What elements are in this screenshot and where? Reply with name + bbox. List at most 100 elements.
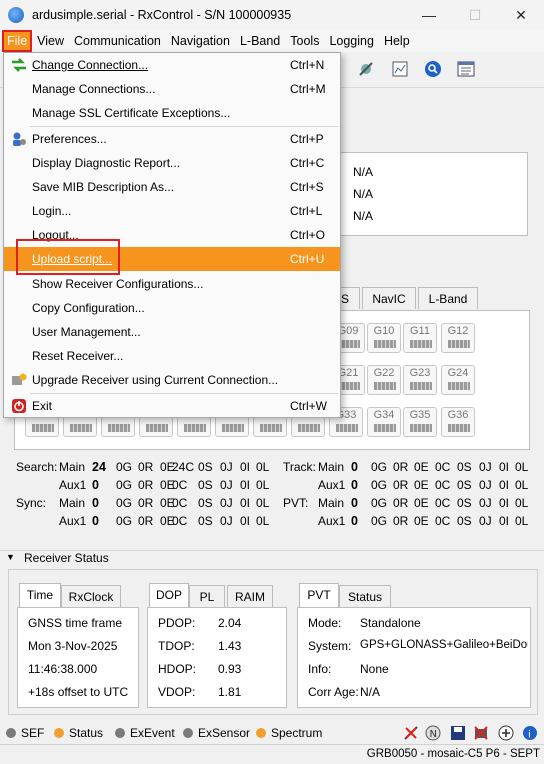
count-sync-aux1-8: 0L bbox=[256, 514, 270, 528]
menu-help[interactable]: Help bbox=[380, 31, 414, 51]
n-mode-icon[interactable]: N bbox=[425, 725, 441, 741]
collapse-arrow-icon[interactable]: ▼ bbox=[6, 552, 15, 562]
menu-preferences[interactable]: Preferences... Ctrl+P bbox=[4, 127, 340, 151]
count-sync-main-8: 0L bbox=[256, 496, 270, 510]
close-button[interactable]: ✕ bbox=[498, 0, 544, 30]
count-track-aux1-7: 0I bbox=[499, 478, 510, 492]
count-track-main-5: 0S bbox=[457, 460, 472, 474]
count-search-main-7: 0I bbox=[240, 460, 251, 474]
menu-change-connection[interactable]: Change Connection... Ctrl+N bbox=[4, 53, 340, 77]
menu-communication[interactable]: Communication bbox=[70, 31, 165, 51]
count-pvt-aux1-4: 0C bbox=[435, 514, 451, 528]
count-search-main-0: 24 bbox=[92, 460, 106, 474]
mode-label: Mode: bbox=[308, 616, 342, 630]
tab-time[interactable]: Time bbox=[19, 583, 61, 607]
receiver-status-panel: Time RxClock GNSS time frame Mon 3-Nov-2… bbox=[8, 569, 538, 715]
sat-g36[interactable]: G36 bbox=[441, 407, 475, 437]
sat-g34[interactable]: G34 bbox=[367, 407, 401, 437]
list-window-icon[interactable] bbox=[457, 60, 475, 78]
menu-reset-receiver[interactable]: Reset Receiver... bbox=[4, 344, 340, 368]
dop-content: PDOP: TDOP: HDOP: VDOP: 2.04 1.43 0.93 1… bbox=[147, 607, 287, 708]
count-pvt-aux1-3: 0E bbox=[414, 514, 429, 528]
count-search-aux1-8: 0L bbox=[256, 478, 270, 492]
menu-tools[interactable]: Tools bbox=[286, 31, 323, 51]
sat-g22[interactable]: G22 bbox=[367, 365, 401, 395]
sync-main-label: Main bbox=[59, 496, 86, 510]
count-search-main-1: 0G bbox=[116, 460, 133, 474]
tab-raim[interactable]: RAIM bbox=[227, 585, 273, 607]
corr-age-value: N/A bbox=[360, 685, 381, 699]
count-sync-aux1-7: 0I bbox=[240, 514, 251, 528]
count-pvt-aux1-8: 0L bbox=[515, 514, 529, 528]
save-icon[interactable] bbox=[450, 725, 466, 741]
tab-pl[interactable]: PL bbox=[189, 585, 225, 607]
sat-g10[interactable]: G10 bbox=[367, 323, 401, 353]
count-pvt-aux1-0: 0 bbox=[351, 514, 358, 528]
indicator-status: Status bbox=[54, 726, 103, 740]
tab-dop[interactable]: DOP bbox=[149, 583, 189, 607]
upgrade-icon bbox=[12, 373, 27, 385]
count-search-aux1-2: 0R bbox=[138, 478, 154, 492]
satellite-icon[interactable] bbox=[357, 60, 375, 78]
sat-g23[interactable]: G23 bbox=[403, 365, 437, 395]
sat-g35[interactable]: G35 bbox=[403, 407, 437, 437]
menu-logging[interactable]: Logging bbox=[325, 31, 378, 51]
menu-user-management[interactable]: User Management... bbox=[4, 320, 340, 344]
chart-icon[interactable] bbox=[391, 60, 409, 78]
menu-manage-ssl[interactable]: Manage SSL Certificate Exceptions... bbox=[4, 101, 340, 125]
count-track-aux1-2: 0R bbox=[393, 478, 409, 492]
system-label: System: bbox=[308, 639, 352, 653]
track-main-label: Main bbox=[318, 460, 345, 474]
log-stop-icon[interactable] bbox=[473, 725, 489, 741]
add-icon[interactable] bbox=[498, 725, 514, 741]
tab-lband[interactable]: L-Band bbox=[418, 287, 478, 309]
tab-pvt[interactable]: PVT bbox=[299, 583, 339, 607]
menu-exit[interactable]: Exit Ctrl+W bbox=[4, 394, 340, 418]
menu-upgrade-receiver[interactable]: Upgrade Receiver using Current Connectio… bbox=[4, 368, 340, 392]
tab-status[interactable]: Status bbox=[339, 585, 391, 607]
menu-show-receiver-configs[interactable]: Show Receiver Configurations... bbox=[4, 272, 340, 296]
file-menu-dropdown: Change Connection... Ctrl+N Manage Connec… bbox=[3, 52, 341, 418]
menu-manage-connections[interactable]: Manage Connections... Ctrl+M bbox=[4, 77, 340, 101]
count-search-aux1-7: 0I bbox=[240, 478, 251, 492]
menu-login[interactable]: Login... Ctrl+L bbox=[4, 199, 340, 223]
menu-file[interactable]: File bbox=[1, 30, 33, 52]
count-sync-aux1-6: 0J bbox=[220, 514, 233, 528]
count-track-main-3: 0E bbox=[414, 460, 429, 474]
info-icon[interactable]: i bbox=[522, 725, 538, 741]
count-track-main-1: 0G bbox=[371, 460, 388, 474]
disconnect-icon[interactable] bbox=[403, 725, 419, 741]
menu-lband[interactable]: L-Band bbox=[236, 31, 284, 51]
count-track-aux1-3: 0E bbox=[414, 478, 429, 492]
connection-icon bbox=[12, 58, 26, 72]
indicator-spectrum: Spectrum bbox=[256, 726, 322, 740]
count-pvt-main-7: 0I bbox=[499, 496, 510, 510]
count-track-aux1-1: 0G bbox=[371, 478, 388, 492]
menu-save-mib[interactable]: Save MIB Description As... Ctrl+S bbox=[4, 175, 340, 199]
time-date: Mon 3-Nov-2025 bbox=[28, 639, 118, 653]
info-label: Info: bbox=[308, 662, 332, 676]
sat-g11[interactable]: G11 bbox=[403, 323, 437, 353]
count-sync-main-6: 0J bbox=[220, 496, 233, 510]
menu-navigation[interactable]: Navigation bbox=[167, 31, 234, 51]
menu-diagnostic-report[interactable]: Display Diagnostic Report... Ctrl+C bbox=[4, 151, 340, 175]
menu-view[interactable]: View bbox=[33, 31, 68, 51]
minimize-button[interactable]: — bbox=[406, 0, 452, 30]
maximize-button[interactable]: ☐ bbox=[452, 0, 498, 30]
count-track-main-7: 0I bbox=[499, 460, 510, 474]
search-icon[interactable] bbox=[424, 60, 442, 78]
sat-g12[interactable]: G12 bbox=[441, 323, 475, 353]
count-sync-main-5: 0S bbox=[198, 496, 213, 510]
count-sync-aux1-0: 0 bbox=[92, 514, 99, 528]
count-track-main-2: 0R bbox=[393, 460, 409, 474]
tab-rxclock[interactable]: RxClock bbox=[61, 585, 121, 607]
tab-navic[interactable]: NavIC bbox=[362, 287, 416, 309]
sat-g24[interactable]: G24 bbox=[441, 365, 475, 395]
count-sync-main-1: 0G bbox=[116, 496, 133, 510]
receiver-status-header[interactable]: ▼ Receiver Status bbox=[0, 550, 544, 566]
search-aux1-label: Aux1 bbox=[59, 478, 87, 492]
title-bar: ardusimple.serial - RxControl - S/N 1000… bbox=[0, 0, 544, 30]
menu-copy-configuration[interactable]: Copy Configuration... bbox=[4, 296, 340, 320]
count-pvt-main-4: 0C bbox=[435, 496, 451, 510]
indicator-sef: SEF bbox=[6, 726, 44, 740]
